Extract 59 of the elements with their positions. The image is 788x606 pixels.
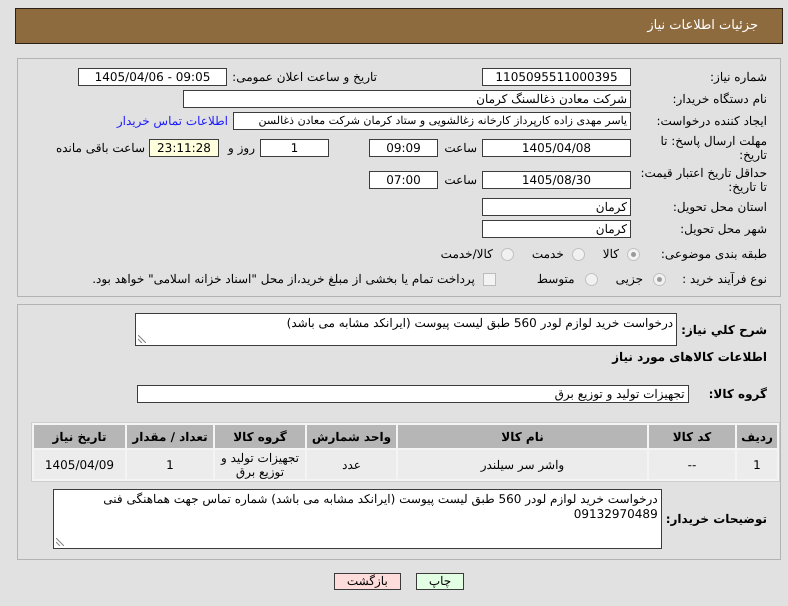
field-label: مهلت ارسال پاسخ: تا تاریخ: xyxy=(659,134,767,162)
field-label: طبقه بندی موضوعی: xyxy=(660,246,767,263)
buyer-notes-field[interactable]: درخواست خرید لوازم لودر 560 طبق لیست پیوست (ایرانکد مشابه می باشد) شماره تماس جهت هماهنگی فنی 09132970489 xyxy=(53,489,662,549)
table-cell: واشر سر سیلندر xyxy=(398,450,647,479)
table-header-cell: واحد شمارش xyxy=(307,425,396,448)
days-label: روز و xyxy=(228,140,255,157)
field-label: ایجاد کننده درخواست: xyxy=(655,113,767,130)
announce-date-field[interactable]: 1405/04/06 - 09:05 xyxy=(78,68,227,86)
checkbox-label: پرداخت تمام یا بخشی از مبلغ خرید،از محل "اسناد خزانه اسلامی" خواهد بود. xyxy=(92,271,475,288)
field-label: شماره نیاز: xyxy=(709,69,767,86)
back-button[interactable]: بازگشت xyxy=(334,573,401,590)
days-field[interactable]: 1 xyxy=(260,139,329,157)
remaining-label: ساعت باقی مانده xyxy=(56,140,145,157)
radio-label: کالا/خدمت xyxy=(440,246,493,263)
requester-field[interactable]: یاسر مهدی زاده کارپرداز کارخانه زغالشویی و ستاد کرمان شرکت معادن ذغالسن xyxy=(233,112,631,130)
table-cell: تجهیزات تولید و توزیع برق xyxy=(215,450,305,479)
validity-time-field[interactable]: 07:00 xyxy=(369,171,438,189)
radio-label: جزیی xyxy=(616,271,643,288)
radio-label: متوسط xyxy=(536,271,575,288)
description-field[interactable]: درخواست خرید لوازم لودر 560 طبق لیست پیوست (ایرانکد مشابه می باشد) xyxy=(135,313,678,346)
field-label: گروه کالا: xyxy=(708,386,767,403)
table-cell: 1 xyxy=(737,450,777,479)
need-number-field[interactable]: 1105095511000395 xyxy=(482,68,631,86)
table-cell: 1405/04/09 xyxy=(34,450,125,479)
print-button[interactable]: چاپ xyxy=(416,573,464,590)
table-cell: -- xyxy=(649,450,735,479)
field-label: استان محل تحویل: xyxy=(672,199,767,216)
table-header-cell: گروه کالا xyxy=(215,425,305,448)
buyer-org-field[interactable]: شرکت معادن ذغالسنگ کرمان xyxy=(183,90,631,108)
field-label: نوع فرآیند خرید : xyxy=(681,271,767,288)
time-label: ساعت xyxy=(443,140,477,157)
deadline-date-field[interactable]: 1405/04/08 xyxy=(482,139,631,157)
field-label: نام دستگاه خریدار: xyxy=(672,91,767,108)
goods-group-field[interactable]: تجهیزات تولید و توزیع برق xyxy=(137,385,689,403)
table-cell: 1 xyxy=(127,450,213,479)
field-label: شرح کلي نياز: xyxy=(681,322,767,338)
city-field[interactable]: کرمان xyxy=(482,220,631,238)
table-header-cell: تاریخ نیاز xyxy=(34,425,125,448)
radio-label: خدمت xyxy=(532,246,564,263)
time-label: ساعت xyxy=(443,172,477,189)
page-title: جزئیات اطلاعات نیاز xyxy=(647,17,758,36)
validity-date-field[interactable]: 1405/08/30 xyxy=(482,171,631,189)
field-label: حداقل تاریخ اعتبار قیمت: تا تاریخ: xyxy=(639,166,767,194)
table-header-cell: کد کالا xyxy=(649,425,735,448)
table-header-cell: تعداد / مقدار xyxy=(127,425,213,448)
table-header-cell: نام کالا xyxy=(398,425,647,448)
field-label: توضیحات خریدار: xyxy=(666,511,767,528)
table-header-cell: ردیف xyxy=(737,425,777,448)
radio-label: کالا xyxy=(602,246,619,263)
buyer-contact-link[interactable]: اطلاعات تماس خریدار xyxy=(116,112,228,130)
section-title: اطلاعات کالاهای مورد نیاز xyxy=(612,349,767,365)
province-field[interactable]: کرمان xyxy=(482,198,631,216)
deadline-time-field[interactable]: 09:09 xyxy=(369,139,438,157)
resize-grip-icon[interactable] xyxy=(138,335,146,343)
field-label: شهر محل تحویل: xyxy=(679,221,767,238)
table-cell: عدد xyxy=(307,450,396,479)
field-label: تاریخ و ساعت اعلان عمومی: xyxy=(231,69,377,86)
resize-grip-icon[interactable] xyxy=(56,538,64,546)
remaining-time-field[interactable]: 23:11:28 xyxy=(149,139,219,157)
